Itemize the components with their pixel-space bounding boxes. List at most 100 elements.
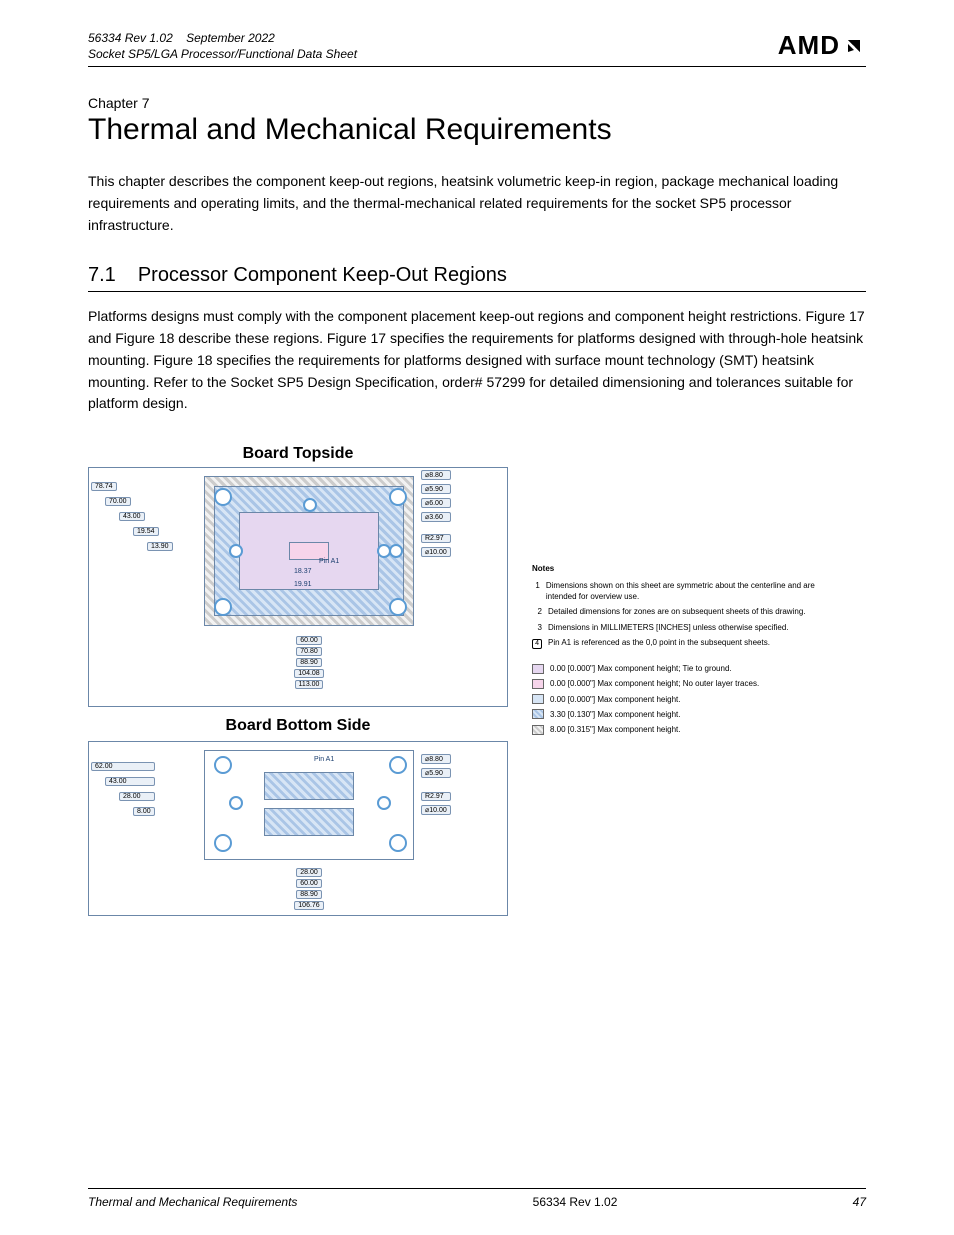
dim-value: 28.00 — [119, 792, 155, 801]
dim-value: 43.00 — [105, 777, 155, 786]
bot-bottom-dims: 28.00 60.00 88.90 106.76 — [239, 868, 379, 910]
dim-value: ⌀10.00 — [421, 805, 451, 815]
dim-value: ⌀5.90 — [421, 768, 451, 778]
top-center-dims: 18.37 19.91 — [294, 568, 312, 588]
mounting-hole-icon — [229, 544, 243, 558]
swatch-icon — [532, 725, 544, 735]
chapter-title: Thermal and Mechanical Requirements — [88, 113, 866, 147]
top-bottom-dims: 60.00 70.80 88.90 104.08 113.00 — [239, 636, 379, 689]
dim-value: 70.00 — [105, 497, 131, 506]
figure-row: Board Topside Pin A1 78.74 70.0 — [88, 443, 866, 916]
doc-rev: Rev 1.02 — [125, 31, 173, 45]
mounting-hole-icon — [389, 598, 407, 616]
swatch-icon — [532, 694, 544, 704]
dim-value: 106.76 — [294, 901, 323, 910]
mounting-hole-icon — [229, 796, 243, 810]
legend-text: 0.00 [0.000"] Max component height; No o… — [550, 678, 759, 689]
dim-value: 18.37 — [294, 568, 312, 575]
technical-drawing: Board Topside Pin A1 78.74 70.0 — [88, 443, 508, 916]
note-flag-icon: 4 — [532, 639, 542, 649]
zone-3p3mm — [264, 772, 354, 800]
dim-value: ⌀10.00 — [421, 547, 451, 557]
legend-row: 8.00 [0.315"] Max component height. — [532, 724, 832, 735]
pin-a1-label: Pin A1 — [319, 558, 339, 565]
mounting-hole-icon — [389, 544, 403, 558]
dim-value: ⌀3.60 — [421, 512, 451, 522]
mounting-hole-icon — [389, 834, 407, 852]
section-text: Platforms designs must comply with the c… — [88, 306, 866, 414]
intro-paragraph: This chapter describes the component kee… — [88, 171, 866, 236]
legend-row: 0.00 [0.000"] Max component height; No o… — [532, 678, 832, 689]
dim-value: 60.00 — [296, 636, 322, 645]
legend-row: 0.00 [0.000"] Max component height. — [532, 694, 832, 705]
bottom-drawing-title: Board Bottom Side — [88, 717, 508, 735]
header-left: 56334 Rev 1.02 September 2022 Socket SP5… — [88, 30, 357, 62]
dim-value: 62.00 — [91, 762, 155, 771]
dim-value: ⌀8.80 — [421, 470, 451, 480]
mounting-hole-icon — [377, 796, 391, 810]
note-text: Dimensions in MILLIMETERS [INCHES] unles… — [548, 622, 789, 633]
dim-value: 70.80 — [296, 647, 322, 656]
footer-left: Thermal and Mechanical Requirements — [88, 1195, 297, 1209]
amd-arrow-icon — [842, 34, 866, 58]
section-number: 7.1 — [88, 264, 116, 287]
dim-value: 43.00 — [119, 512, 145, 521]
doc-id: 56334 — [88, 31, 121, 45]
dim-value: 113.00 — [295, 680, 324, 689]
dim-value: 13.90 — [147, 542, 173, 551]
dim-value: ⌀5.90 — [421, 484, 451, 494]
amd-logo: AMD — [778, 30, 866, 61]
dim-value: 60.00 — [296, 879, 322, 888]
notes-heading: Notes — [532, 563, 832, 574]
dim-value: ⌀6.00 — [421, 498, 451, 508]
mounting-hole-icon — [214, 834, 232, 852]
legend-text: 8.00 [0.315"] Max component height. — [550, 724, 680, 735]
dim-value: 104.08 — [294, 669, 323, 678]
footer-mid: 56334 Rev 1.02 — [533, 1195, 618, 1209]
swatch-icon — [532, 709, 544, 719]
chapter-heading: Chapter 7 Thermal and Mechanical Require… — [88, 95, 866, 147]
chapter-label: Chapter 7 — [88, 95, 866, 111]
dim-value: 88.90 — [296, 658, 322, 667]
dim-value: 28.00 — [296, 868, 322, 877]
dim-value: 8.00 — [133, 807, 155, 816]
mounting-hole-icon — [214, 488, 232, 506]
dim-value: R2.97 — [421, 534, 451, 543]
dim-value: 19.91 — [294, 581, 312, 588]
section-heading: 7.1 Processor Component Keep-Out Regions — [88, 264, 866, 292]
legend-text: 0.00 [0.000"] Max component height; Tie … — [550, 663, 732, 674]
mounting-hole-icon — [303, 498, 317, 512]
bot-right-callouts: ⌀8.80 ⌀5.90 R2.97 ⌀10.00 — [421, 754, 451, 815]
mounting-hole-icon — [214, 756, 232, 774]
dim-value: 78.74 — [91, 482, 117, 491]
legend-text: 3.30 [0.130"] Max component height. — [550, 709, 680, 720]
page-header: 56334 Rev 1.02 September 2022 Socket SP5… — [88, 30, 866, 67]
footer-right: 47 — [853, 1195, 866, 1209]
section-title: Processor Component Keep-Out Regions — [138, 264, 507, 287]
legend-row: 0.00 [0.000"] Max component height; Tie … — [532, 663, 832, 674]
mounting-hole-icon — [389, 756, 407, 774]
zone-3p3mm — [264, 808, 354, 836]
doc-title: Socket SP5/LGA Processor/Functional Data… — [88, 47, 357, 61]
doc-date: September 2022 — [186, 31, 275, 45]
mounting-hole-icon — [214, 598, 232, 616]
note-text: Pin A1 is referenced as the 0,0 point in… — [548, 637, 770, 649]
legend-row: 3.30 [0.130"] Max component height. — [532, 709, 832, 720]
top-right-callouts: ⌀8.80 ⌀5.90 ⌀6.00 ⌀3.60 R2.97 ⌀10.00 — [421, 470, 451, 557]
logo-text: AMD — [778, 30, 840, 61]
dim-value: 19.54 — [133, 527, 159, 536]
top-drawing-title: Board Topside — [88, 445, 508, 463]
mounting-hole-icon — [389, 488, 407, 506]
legend-text: 0.00 [0.000"] Max component height. — [550, 694, 680, 705]
note-item: 2Detailed dimensions for zones are on su… — [532, 606, 832, 617]
dim-value: R2.97 — [421, 792, 451, 801]
top-left-dims: 78.74 70.00 43.00 19.54 13.90 — [91, 482, 173, 551]
board-topside-diagram: Pin A1 78.74 70.00 43.00 19.54 13.90 18.… — [88, 467, 508, 707]
note-item: 4 Pin A1 is referenced as the 0,0 point i… — [532, 637, 832, 649]
legend: 0.00 [0.000"] Max component height; Tie … — [532, 663, 832, 735]
note-text: Detailed dimensions for zones are on sub… — [548, 606, 805, 617]
note-item: 1Dimensions shown on this sheet are symm… — [532, 580, 832, 602]
pin-a1-label: Pin A1 — [314, 756, 334, 763]
dim-value: ⌀8.80 — [421, 754, 451, 764]
drawing-notes: Notes 1Dimensions shown on this sheet ar… — [532, 563, 832, 739]
